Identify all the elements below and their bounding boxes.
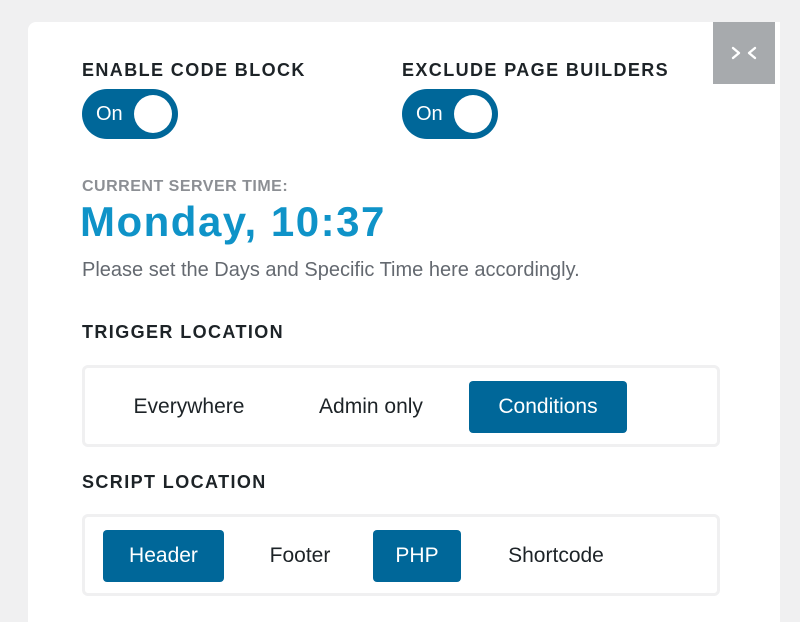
exclude-page-builders-label: EXCLUDE PAGE BUILDERS	[402, 60, 670, 80]
collapse-panel-button[interactable]	[713, 22, 775, 84]
script-location-label: SCRIPT LOCATION	[82, 472, 267, 492]
enable-code-block-toggle[interactable]: On	[82, 89, 178, 139]
enable-code-block-label: ENABLE CODE BLOCK	[82, 60, 306, 80]
script-option-footer[interactable]: Footer	[241, 530, 359, 582]
script-location-selector: Header Footer PHP Shortcode	[82, 514, 720, 596]
trigger-option-conditions[interactable]: Conditions	[469, 381, 627, 433]
exclude-page-builders-toggle[interactable]: On	[402, 89, 498, 139]
script-option-header[interactable]: Header	[103, 530, 224, 582]
script-option-shortcode[interactable]: Shortcode	[477, 530, 635, 582]
trigger-location-selector: Everywhere Admin only Conditions	[82, 365, 720, 447]
server-time-value: Monday, 10:37	[80, 198, 386, 245]
collapse-arrows-icon	[731, 46, 757, 60]
script-option-php[interactable]: PHP	[373, 530, 461, 582]
server-time-label: CURRENT SERVER TIME:	[82, 178, 289, 195]
toggle-state-text: On	[96, 103, 123, 125]
toggle-knob	[134, 95, 172, 133]
trigger-option-everywhere[interactable]: Everywhere	[107, 381, 271, 433]
toggle-knob	[454, 95, 492, 133]
trigger-option-admin-only[interactable]: Admin only	[288, 381, 454, 433]
trigger-location-label: TRIGGER LOCATION	[82, 322, 285, 342]
server-time-note: Please set the Days and Specific Time he…	[82, 259, 580, 281]
toggle-state-text: On	[416, 103, 443, 125]
